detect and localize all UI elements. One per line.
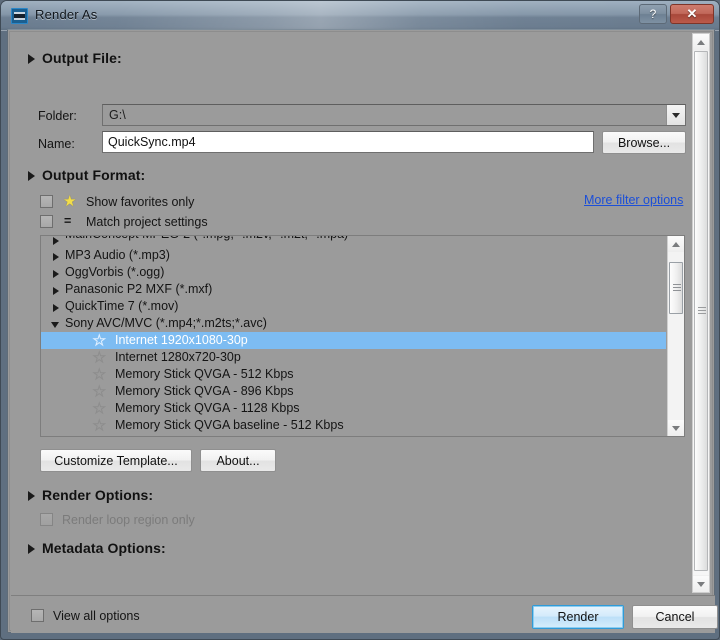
scroll-down-button[interactable] xyxy=(668,420,684,436)
list-item-label: QuickTime 7 (*.mov) xyxy=(65,299,179,313)
close-button[interactable]: ✕ xyxy=(670,4,714,24)
expand-triangle-icon[interactable] xyxy=(53,237,59,245)
list-item-label: Memory Stick QVGA - 896 Kbps xyxy=(115,384,294,398)
folder-dropdown-arrow[interactable] xyxy=(666,105,685,125)
dialog-inner: Output File: Folder: G:\ Name: QuickSync… xyxy=(9,31,718,633)
metadata-options-heading: Metadata Options: xyxy=(42,540,166,556)
name-input[interactable]: QuickSync.mp4 xyxy=(102,131,594,153)
list-item-label: Memory Stick QVGA - 1128 Kbps xyxy=(115,401,300,415)
customize-template-button[interactable]: Customize Template... xyxy=(40,449,192,472)
output-file-heading: Output File: xyxy=(42,50,122,66)
scroll-up-button[interactable] xyxy=(693,34,709,50)
show-favorites-checkbox[interactable] xyxy=(40,195,53,208)
browse-button[interactable]: Browse... xyxy=(602,131,686,154)
expand-triangle-icon[interactable] xyxy=(53,253,59,261)
about-button[interactable]: About... xyxy=(200,449,276,472)
output-file-expander[interactable] xyxy=(28,54,35,64)
list-item[interactable]: OggVorbis (*.ogg) xyxy=(41,264,666,281)
view-all-options-label: View all options xyxy=(53,609,140,623)
title-bar xyxy=(1,1,719,31)
name-label: Name: xyxy=(38,137,75,151)
list-item-label: Internet 1280x720-30p xyxy=(115,350,241,364)
dialog-footer: View all options Render Cancel xyxy=(11,595,718,633)
cancel-button[interactable]: Cancel xyxy=(632,605,718,629)
list-item-label: Internet 1920x1080-30p xyxy=(115,333,248,347)
favorite-star-icon[interactable]: ★ xyxy=(93,366,107,382)
expand-triangle-icon[interactable] xyxy=(53,270,59,278)
list-item[interactable]: ★ Memory Stick QVGA - 1128 Kbps xyxy=(41,400,666,417)
favorite-star-icon[interactable]: ★ xyxy=(93,400,107,416)
list-item[interactable]: ★ Internet 1280x720-30p xyxy=(41,349,666,366)
output-format-expander[interactable] xyxy=(28,171,35,181)
scroll-up-button[interactable] xyxy=(668,236,684,252)
folder-value: G:\ xyxy=(109,108,126,122)
favorites-star-icon: ★ xyxy=(63,193,77,210)
render-options-heading: Render Options: xyxy=(42,487,154,503)
list-item-label: Sony AVC/MVC (*.mp4;*.m2ts;*.avc) xyxy=(65,316,267,330)
list-item[interactable]: MP3 Audio (*.mp3) xyxy=(41,247,666,264)
list-item-label: MainConcept MPEG-2 (*.mpg, *.m2v, *.m2t,… xyxy=(65,236,348,240)
format-list-rows: MainConcept MPEG-2 (*.mpg, *.m2v, *.m2t,… xyxy=(41,236,666,436)
favorite-star-icon[interactable]: ★ xyxy=(93,417,107,433)
scrollbar-thumb[interactable] xyxy=(669,262,683,314)
match-project-icon: = xyxy=(64,214,72,228)
render-loop-region-label: Render loop region only xyxy=(62,513,195,527)
list-item[interactable]: MainConcept MPEG-2 (*.mpg, *.m2v, *.m2t,… xyxy=(41,236,666,247)
render-loop-region-checkbox xyxy=(40,513,53,526)
favorite-star-icon[interactable]: ★ xyxy=(93,332,107,348)
show-favorites-label: Show favorites only xyxy=(86,195,195,209)
render-app-icon xyxy=(11,8,28,24)
scrollbar-thumb[interactable] xyxy=(694,51,708,571)
format-list[interactable]: MainConcept MPEG-2 (*.mpg, *.m2v, *.m2t,… xyxy=(40,235,685,437)
match-project-label: Match project settings xyxy=(86,215,208,229)
window-title: Render As xyxy=(35,7,98,22)
dialog-content: Output File: Folder: G:\ Name: QuickSync… xyxy=(10,32,692,594)
view-all-options-checkbox[interactable] xyxy=(31,609,44,622)
list-item-label: Memory Stick QVGA - 512 Kbps xyxy=(115,367,294,381)
render-button[interactable]: Render xyxy=(532,605,624,629)
more-filter-options-link[interactable]: More filter options xyxy=(584,193,683,207)
dialog-scrollbar[interactable] xyxy=(692,33,710,593)
favorite-star-icon[interactable]: ★ xyxy=(93,349,107,365)
list-item-label: MP3 Audio (*.mp3) xyxy=(65,248,170,262)
scroll-down-button[interactable] xyxy=(693,576,709,592)
render-options-expander[interactable] xyxy=(28,491,35,501)
list-item-label: Panasonic P2 MXF (*.mxf) xyxy=(65,282,213,296)
help-button[interactable]: ? xyxy=(639,4,667,24)
output-format-heading: Output Format: xyxy=(42,167,146,183)
format-list-scrollbar[interactable] xyxy=(667,236,684,436)
collapse-triangle-icon[interactable] xyxy=(51,322,59,328)
expand-triangle-icon[interactable] xyxy=(53,304,59,312)
dialog-body: Output File: Folder: G:\ Name: QuickSync… xyxy=(7,29,718,633)
match-project-checkbox[interactable] xyxy=(40,215,53,228)
list-item[interactable]: ★ Memory Stick QVGA - 896 Kbps xyxy=(41,383,666,400)
favorite-star-icon[interactable]: ★ xyxy=(93,383,107,399)
list-item[interactable]: ★ Internet 1920x1080-30p xyxy=(41,332,666,349)
list-item-label: Memory Stick QVGA baseline - 512 Kbps xyxy=(115,418,344,432)
folder-combobox[interactable]: G:\ xyxy=(102,104,686,126)
render-as-window: Render As ? ✕ Output File: Folder: G:\ N… xyxy=(0,0,720,640)
expand-triangle-icon[interactable] xyxy=(53,287,59,295)
list-item-label: OggVorbis (*.ogg) xyxy=(65,265,165,279)
list-item[interactable]: ★ Memory Stick QVGA baseline - 512 Kbps xyxy=(41,417,666,434)
list-item[interactable]: Panasonic P2 MXF (*.mxf) xyxy=(41,281,666,298)
list-item[interactable]: Sony AVC/MVC (*.mp4;*.m2ts;*.avc) xyxy=(41,315,666,332)
list-item[interactable]: ★ Memory Stick QVGA - 512 Kbps xyxy=(41,366,666,383)
folder-label: Folder: xyxy=(38,109,77,123)
metadata-options-expander[interactable] xyxy=(28,544,35,554)
list-item[interactable]: QuickTime 7 (*.mov) xyxy=(41,298,666,315)
